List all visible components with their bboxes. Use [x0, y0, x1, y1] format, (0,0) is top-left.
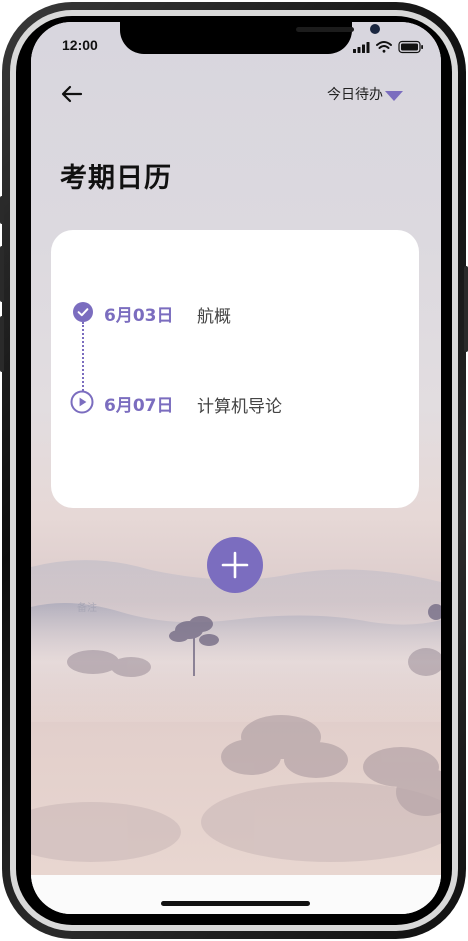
- exam-date: 6月03日: [104, 306, 174, 326]
- power-button: [464, 266, 468, 352]
- exam-subject[interactable]: 航概: [197, 302, 231, 327]
- add-exam-button[interactable]: [207, 537, 263, 593]
- caret-down-icon: [385, 91, 403, 101]
- exam-schedule-card: 6月03日 航概 6月07日 计算机导论: [51, 230, 419, 508]
- background-note-text: 备注: [77, 603, 97, 614]
- signal-icon: [353, 42, 370, 53]
- home-indicator[interactable]: [161, 901, 310, 906]
- status-time: 12:00: [62, 37, 98, 53]
- timeline-connector: [82, 322, 84, 394]
- speaker-grille: [296, 27, 354, 32]
- check-circle-icon: [73, 302, 93, 322]
- battery-icon: [398, 40, 423, 54]
- exam-subject[interactable]: 计算机导论: [197, 392, 282, 417]
- arrow-left-icon[interactable]: [59, 82, 85, 106]
- today-todo-label: 今日待办: [327, 87, 383, 103]
- bottom-safe-area: [31, 875, 441, 914]
- volume-down-button: [0, 316, 4, 372]
- phone-frame: 12:00 今日待办 考期日历 6月03日 航概 6月07日 计算机导论 备注: [0, 0, 468, 941]
- status-icons: [353, 40, 423, 54]
- exam-date: 6月07日: [104, 396, 174, 416]
- play-circle-icon: [70, 390, 94, 414]
- mute-switch: [0, 196, 4, 224]
- today-todo-dropdown[interactable]: 今日待办: [327, 84, 403, 104]
- volume-up-button: [0, 246, 4, 302]
- notch: [120, 22, 380, 54]
- app-screen: 12:00 今日待办 考期日历 6月03日 航概 6月07日 计算机导论 备注: [31, 22, 441, 914]
- page-title: 考期日历: [60, 163, 172, 194]
- plus-icon: [221, 551, 249, 579]
- front-camera: [370, 24, 380, 34]
- wifi-icon: [376, 41, 392, 53]
